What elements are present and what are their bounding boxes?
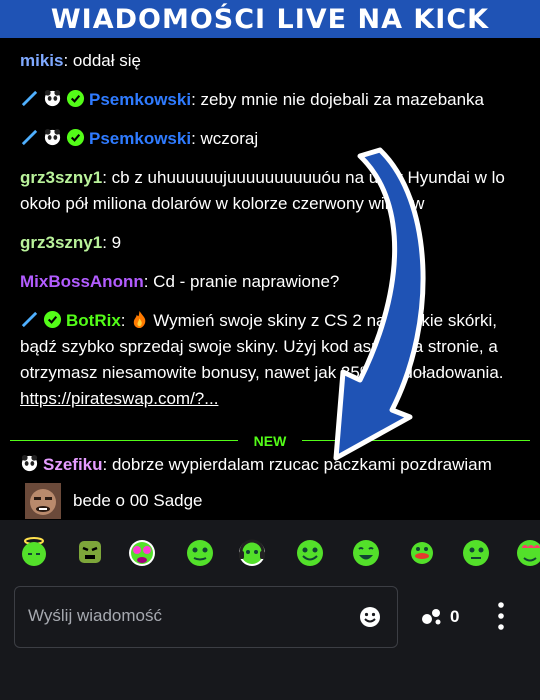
username[interactable]: BotRix bbox=[66, 311, 121, 330]
frog-emote-icon[interactable] bbox=[460, 536, 492, 568]
message-text: : oddał się bbox=[63, 51, 141, 70]
username[interactable]: Psemkowski bbox=[89, 90, 191, 109]
message-input[interactable]: Wyślij wiadomość bbox=[14, 586, 398, 648]
message-text: : bbox=[120, 311, 131, 330]
chat-input-area: Wyślij wiadomość 0 bbox=[0, 584, 540, 700]
separator-label: NEW bbox=[253, 433, 287, 449]
duck-emote-icon[interactable] bbox=[406, 536, 438, 568]
title-banner: WIADOMOŚCI LIVE NA KICK bbox=[0, 0, 540, 38]
chat-message: mikis: oddał się bbox=[20, 48, 525, 74]
message-input-placeholder: Wyślij wiadomość bbox=[28, 606, 162, 625]
message-text: : Cd - pranie naprawione? bbox=[143, 272, 340, 291]
sadge-emote-icon bbox=[25, 483, 61, 519]
smile-emote-icon[interactable] bbox=[294, 536, 326, 568]
message-text: : zeby mnie nie dojebali za mazebanka bbox=[191, 90, 485, 109]
grin-emote-icon[interactable] bbox=[350, 536, 382, 568]
angry-emote-icon[interactable] bbox=[74, 536, 106, 568]
banner-title: WIADOMOŚCI LIVE NA KICK bbox=[50, 3, 490, 35]
sword-badge-icon bbox=[21, 90, 38, 107]
chat-message: Szefiku: dobrze wypierdalam rzucac paczk… bbox=[20, 452, 525, 520]
verified-badge-icon bbox=[66, 128, 85, 147]
emote-bar bbox=[0, 520, 540, 584]
chat-message: Psemkowski: zeby mnie nie dojebali za ma… bbox=[20, 87, 525, 113]
message-text: : dobrze wypierdalam rzucac paczkami poz… bbox=[102, 455, 492, 474]
verified-badge-icon bbox=[43, 310, 62, 329]
message-text: : wczoraj bbox=[191, 129, 259, 148]
message-text: bede o 00 Sadge bbox=[73, 491, 203, 510]
chat-message: BotRix: Wymień swoje skiny z CS 2 na epi… bbox=[20, 308, 525, 412]
headset-emote-icon[interactable] bbox=[236, 536, 268, 568]
new-messages-separator: NEW bbox=[10, 431, 530, 451]
username[interactable]: mikis bbox=[20, 51, 63, 70]
username[interactable]: Szefiku bbox=[43, 455, 103, 474]
sword-badge-icon bbox=[21, 311, 38, 328]
panda-badge-icon bbox=[44, 89, 61, 107]
message-text: : 9 bbox=[102, 233, 122, 252]
sword-badge-icon bbox=[21, 129, 38, 146]
party-emote-icon[interactable] bbox=[126, 536, 158, 568]
username[interactable]: grz3szny1 bbox=[20, 168, 102, 187]
angel-emote-icon[interactable] bbox=[18, 536, 50, 568]
heart-eyes-emote-icon[interactable] bbox=[514, 536, 540, 568]
chat-message: Psemkowski: wczoraj bbox=[20, 126, 525, 152]
username[interactable]: MixBossAnonn bbox=[20, 272, 144, 291]
channel-points-icon[interactable] bbox=[421, 604, 443, 626]
separator-line bbox=[10, 440, 238, 441]
message-link[interactable]: https://pirateswap.com/?... bbox=[20, 389, 218, 408]
separator-line bbox=[302, 440, 530, 441]
panda-badge-icon bbox=[44, 128, 61, 146]
fire-emoji-icon bbox=[134, 310, 146, 329]
username[interactable]: Psemkowski bbox=[89, 129, 191, 148]
panda-badge-icon bbox=[21, 454, 38, 472]
chat-feed[interactable]: mikis: oddał się Psemkowski: zeby mnie n… bbox=[0, 38, 540, 520]
username[interactable]: grz3szny1 bbox=[20, 233, 102, 252]
emoji-picker-icon[interactable] bbox=[359, 606, 381, 628]
verified-badge-icon bbox=[66, 89, 85, 108]
pepe-emote-icon[interactable] bbox=[184, 536, 216, 568]
chat-message: grz3szny1: cb z uhuuuuuujuuuuuuuuuuóu na… bbox=[20, 165, 525, 217]
channel-points-value: 0 bbox=[450, 607, 460, 626]
more-options-icon[interactable] bbox=[496, 601, 506, 631]
chat-message: MixBossAnonn: Cd - pranie naprawione? bbox=[20, 269, 525, 295]
chat-message: grz3szny1: 9 bbox=[20, 230, 525, 256]
